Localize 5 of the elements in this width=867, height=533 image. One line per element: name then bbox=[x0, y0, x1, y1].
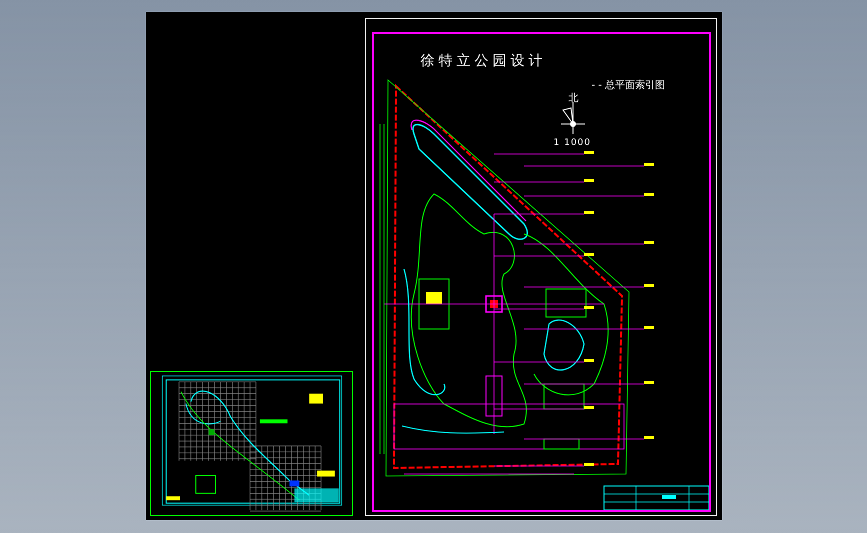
north-arrow-icon bbox=[560, 102, 584, 134]
drawing-title: 徐特立公园设计 bbox=[420, 52, 546, 70]
scale-text: 1 1000 bbox=[554, 138, 591, 148]
drawing-subtitle: - - 总平面索引图 bbox=[592, 78, 666, 92]
north-label: 北 bbox=[568, 92, 578, 105]
